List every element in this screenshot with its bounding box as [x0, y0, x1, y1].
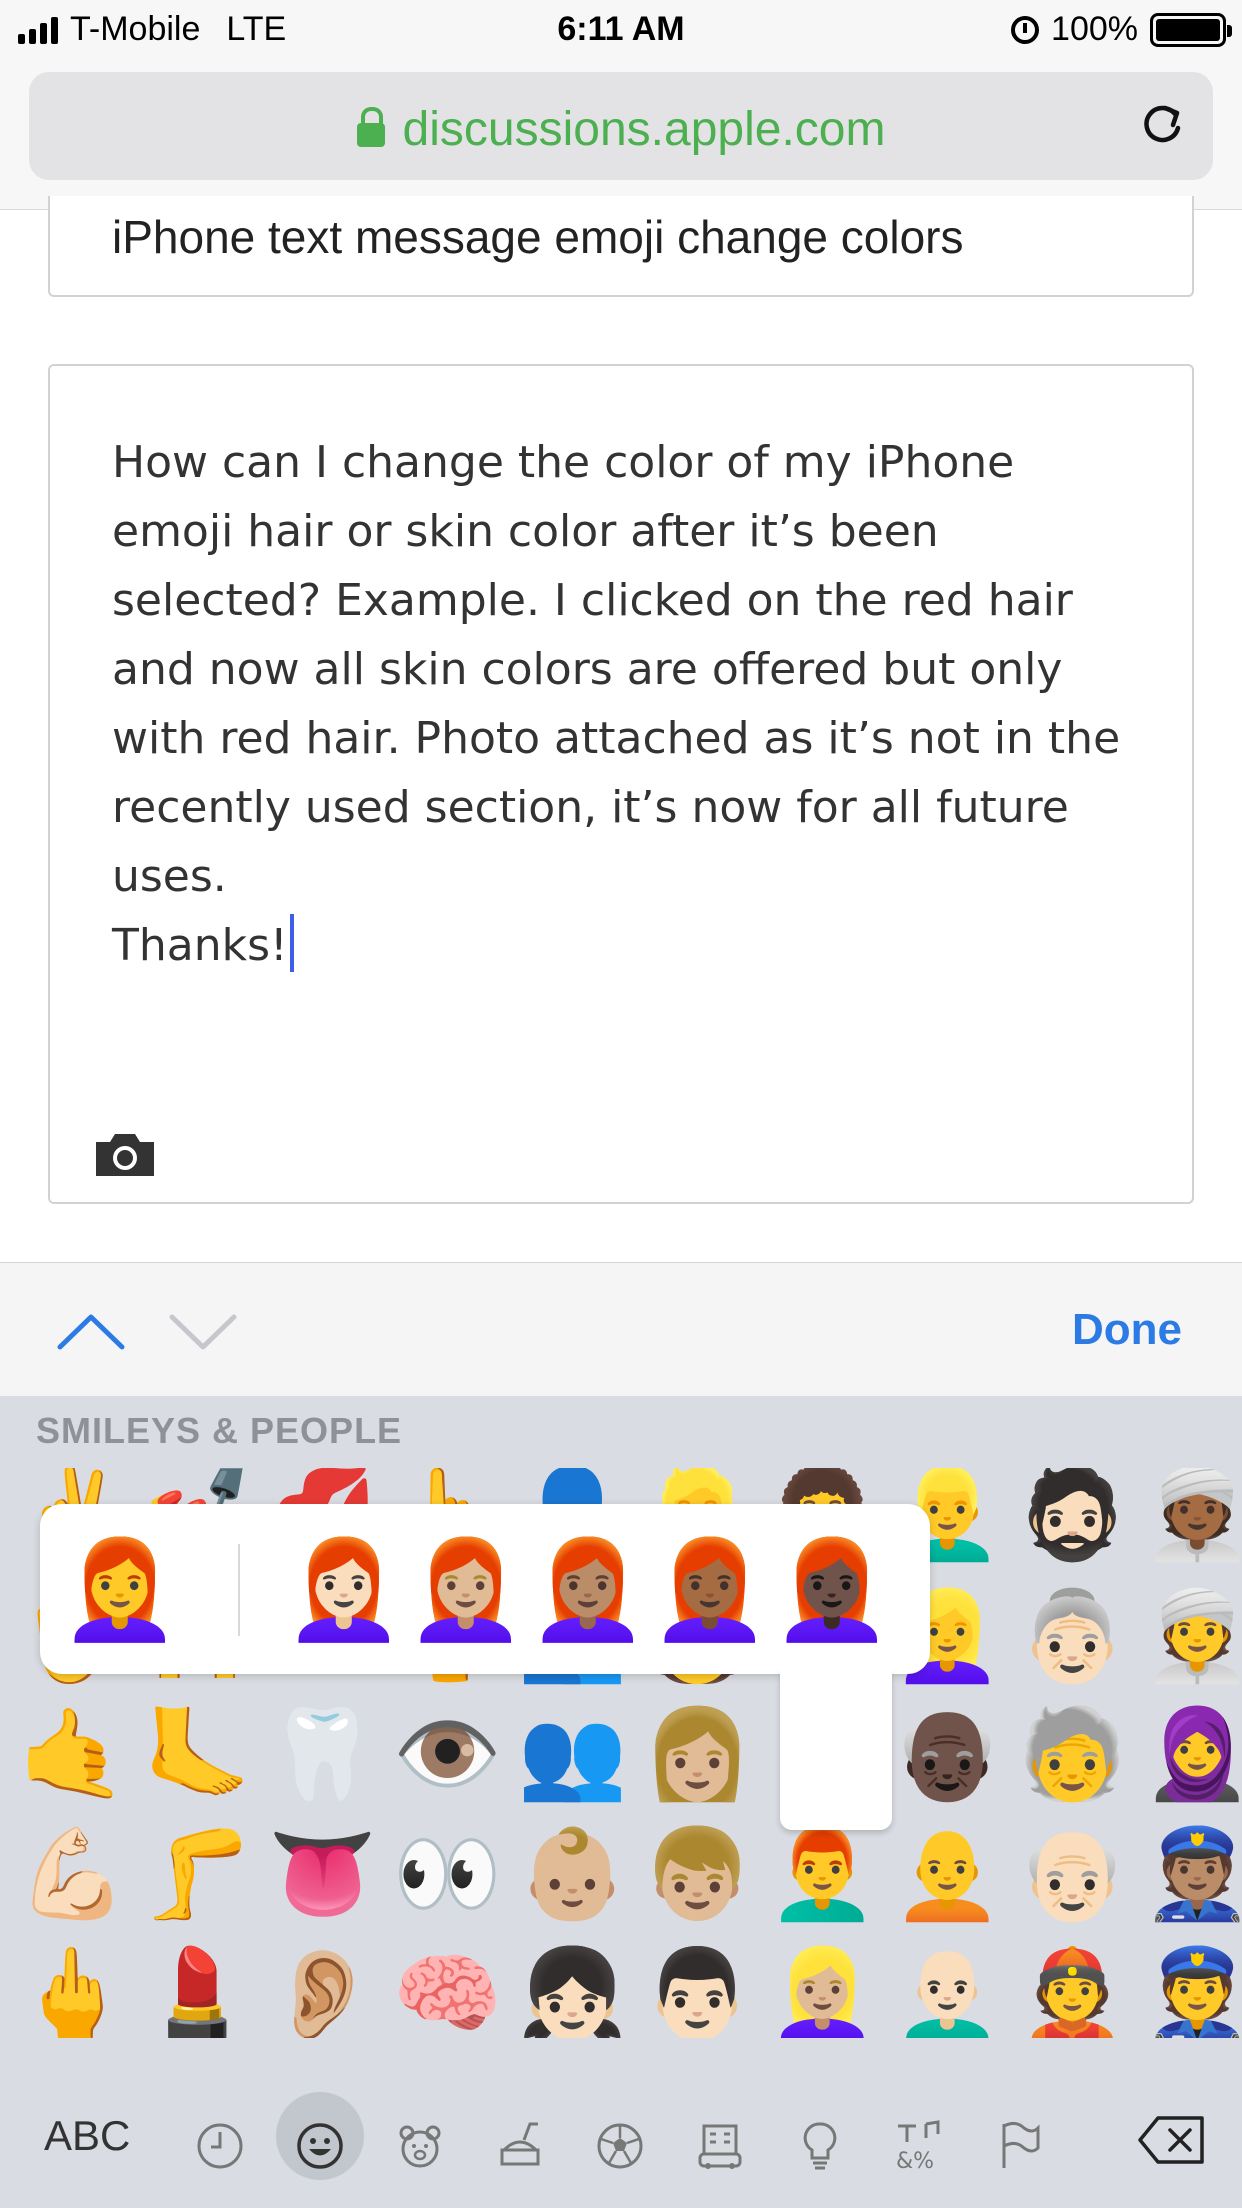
previous-field-button[interactable] — [56, 1305, 126, 1355]
emoji-key[interactable]: 👴🏻 — [1010, 1814, 1135, 1934]
emoji-category-bar: ABC &% — [0, 2080, 1242, 2208]
abc-button[interactable]: ABC — [44, 2112, 130, 2160]
emoji-key[interactable]: 👨‍🦰 — [760, 1814, 885, 1934]
done-button[interactable]: Done — [1072, 1305, 1182, 1355]
skin-tone-popup: 👩‍🦰 👩🏻‍🦰 👩🏼‍🦰 👩🏽‍🦰 👩🏾‍🦰 👩🏿‍🦰 — [40, 1504, 930, 1674]
ball-icon[interactable] — [592, 2118, 648, 2174]
emoji-key[interactable]: 🧠 — [385, 1934, 510, 2038]
svg-text:&%: &% — [896, 2149, 934, 2172]
emoji-key[interactable]: 🦶 — [135, 1694, 260, 1814]
lightbulb-icon[interactable] — [792, 2118, 848, 2174]
popup-tail — [780, 1670, 892, 1830]
flag-icon[interactable] — [992, 2118, 1048, 2174]
emoji-key[interactable]: 👅 — [260, 1814, 385, 1934]
emoji-key[interactable]: 👦🏼 — [635, 1814, 760, 1934]
address-bar[interactable]: discussions.apple.com — [29, 72, 1213, 180]
skin-tone-variant[interactable]: 👩🏽‍🦰 — [528, 1530, 648, 1650]
emoji-key[interactable]: 👳 — [1135, 1576, 1242, 1696]
emoji-key[interactable]: 👴🏿 — [885, 1694, 1010, 1814]
battery-percent: 100% — [1051, 10, 1138, 48]
status-bar: T-Mobile LTE 6:11 AM 100% — [0, 0, 1242, 62]
emoji-key[interactable]: 🦷 — [260, 1694, 385, 1814]
battery-icon — [1150, 12, 1232, 47]
emoji-key[interactable]: 👨🏻 — [635, 1934, 760, 2038]
emoji-key[interactable]: 👥 — [510, 1694, 635, 1814]
emoji-key[interactable]: 👧🏻 — [510, 1934, 635, 2038]
emoji-key[interactable]: 👁️ — [385, 1694, 510, 1814]
popup-divider — [238, 1544, 240, 1636]
emoji-key[interactable]: 🧕 — [1135, 1694, 1242, 1814]
category-title: SMILEYS & PEOPLE — [36, 1410, 403, 1451]
emoji-key[interactable]: 🧔🏻 — [1010, 1468, 1135, 1574]
emoji-key[interactable]: 💄 — [135, 1934, 260, 2038]
emoji-key[interactable]: 🦵 — [135, 1814, 260, 1934]
emoji-key[interactable]: 💪🏻 — [10, 1814, 135, 1934]
delete-icon[interactable] — [1136, 2114, 1208, 2166]
emoji-key[interactable]: 👵🏻 — [1010, 1576, 1135, 1696]
skin-tone-default[interactable]: 👩‍🦰 — [60, 1530, 180, 1650]
reload-icon[interactable] — [1139, 102, 1185, 148]
browser-toolbar: discussions.apple.com — [0, 62, 1242, 210]
emoji-key[interactable]: 👩🏼 — [635, 1694, 760, 1814]
emoji-row: 💪🏻 🦵 👅 👀 👶🏼 👦🏼 👨‍🦰 🧑‍🦲 👴🏻 👮🏽 — [10, 1814, 1242, 1934]
subject-field[interactable]: iPhone text message emoji change colors — [48, 196, 1194, 297]
emoji-key[interactable]: 👲 — [1010, 1934, 1135, 2038]
emoji-key[interactable]: 🧑‍🦲 — [885, 1814, 1010, 1934]
emoji-key[interactable]: 👱🏼‍♀️ — [760, 1934, 885, 2038]
bear-icon[interactable] — [392, 2118, 448, 2174]
skin-tone-variant[interactable]: 👩🏼‍🦰 — [406, 1530, 526, 1650]
message-body-value: How can I change the color of my iPhone … — [112, 437, 1121, 971]
skin-tone-variant[interactable]: 👩🏻‍🦰 — [284, 1530, 404, 1650]
text-cursor — [289, 914, 294, 972]
camera-icon[interactable] — [92, 1130, 158, 1178]
emoji-key[interactable]: 🧓 — [1010, 1694, 1135, 1814]
emoji-key[interactable]: 🖕 — [10, 1934, 135, 2038]
address-display[interactable]: discussions.apple.com — [29, 102, 1213, 157]
lock-icon — [356, 107, 385, 147]
next-field-button[interactable] — [168, 1305, 238, 1355]
clock-icon[interactable] — [192, 2118, 248, 2174]
alarm-icon — [1011, 15, 1040, 44]
skin-tone-variant[interactable]: 👩🏿‍🦰 — [772, 1530, 892, 1650]
popup-tail-connector — [780, 1660, 892, 1680]
url-text: discussions.apple.com — [402, 103, 886, 156]
keyboard-accessory-bar: Done — [0, 1262, 1242, 1396]
status-right: 100% — [1011, 10, 1232, 49]
subject-value: iPhone text message emoji change colors — [112, 211, 964, 263]
smiley-icon[interactable] — [292, 2118, 348, 2174]
skin-tone-variant[interactable]: 👩🏾‍🦰 — [650, 1530, 770, 1650]
emoji-key[interactable]: 👀 — [385, 1814, 510, 1934]
emoji-row: 🖕 💄 👂🏼 🧠 👧🏻 👨🏻 👱🏼‍♀️ 👨🏻‍🦲 👲 👮 — [10, 1934, 1242, 2038]
emoji-key[interactable]: 👂🏼 — [260, 1934, 385, 2038]
emoji-row: 🤙 🦶 🦷 👁️ 👥 👩🏼 👴🏿 🧓 🧕 — [10, 1694, 1242, 1814]
emoji-key[interactable]: 👮🏽 — [1135, 1814, 1242, 1934]
emoji-key[interactable]: 🤙 — [10, 1694, 135, 1814]
building-icon[interactable] — [692, 2118, 748, 2174]
emoji-key[interactable]: 👮 — [1135, 1934, 1242, 2038]
message-body-text: How can I change the color of my iPhone … — [112, 428, 1152, 980]
message-body-field[interactable]: How can I change the color of my iPhone … — [48, 364, 1194, 1204]
symbols-icon[interactable]: &% — [892, 2118, 948, 2174]
emoji-key[interactable]: 👳🏾 — [1135, 1468, 1242, 1574]
emoji-key[interactable]: 👨🏻‍🦲 — [885, 1934, 1010, 2038]
emoji-key[interactable]: 👶🏼 — [510, 1814, 635, 1934]
food-icon[interactable] — [492, 2118, 548, 2174]
